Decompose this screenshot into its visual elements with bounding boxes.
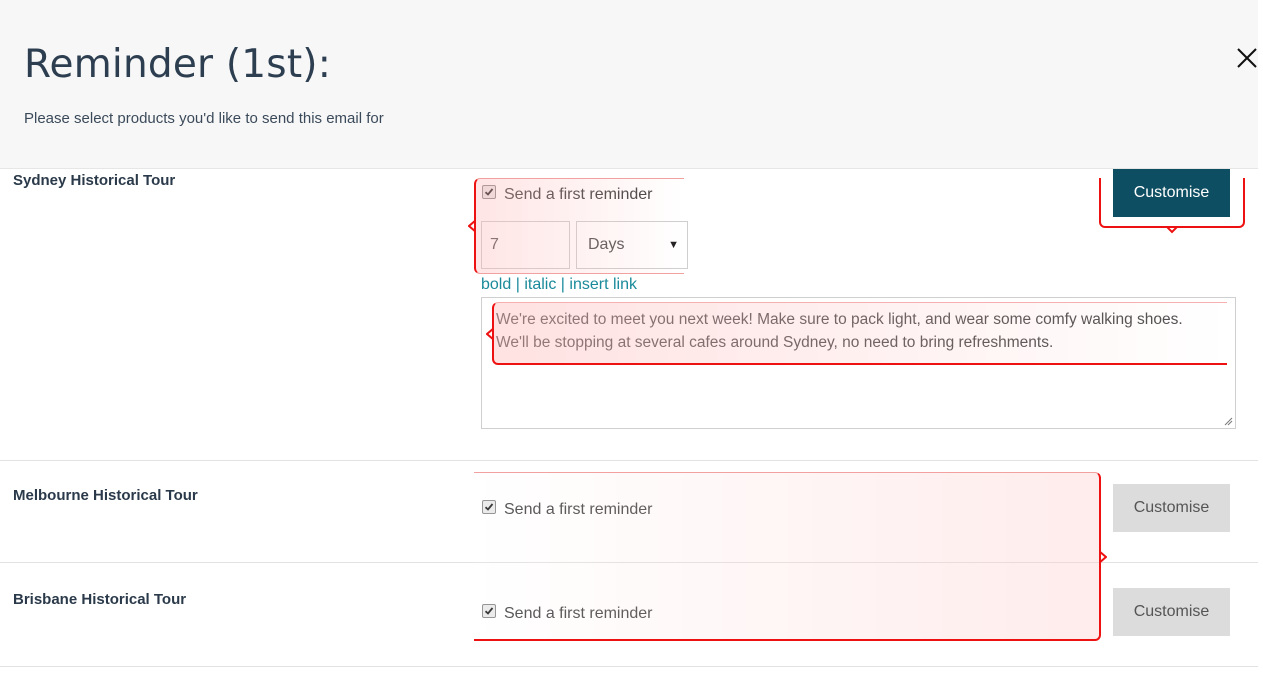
resize-handle-icon[interactable] xyxy=(1223,416,1233,426)
checkmark-icon xyxy=(484,607,494,615)
reminder-checkbox-melbourne[interactable]: Send a first reminder xyxy=(482,500,653,519)
separator: | xyxy=(560,276,565,293)
delay-unit-select[interactable]: Days ▼ xyxy=(576,221,688,269)
checkbox-label: Send a first reminder xyxy=(504,186,653,203)
delay-number-input[interactable]: 7 xyxy=(481,221,570,269)
checkbox-label: Send a first reminder xyxy=(504,605,653,622)
checkbox[interactable] xyxy=(482,500,496,514)
checkbox-label: Send a first reminder xyxy=(504,501,653,518)
checkbox[interactable] xyxy=(482,185,496,199)
insert-link-link[interactable]: insert link xyxy=(569,276,637,293)
close-icon xyxy=(1237,48,1257,68)
modal-header: Reminder (1st): Please select products y… xyxy=(0,0,1258,169)
page-subtitle: Please select products you'd like to sen… xyxy=(24,110,384,127)
checkbox[interactable] xyxy=(482,604,496,618)
message-line: We're excited to meet you next week! Mak… xyxy=(496,311,1183,328)
reminder-checkbox-sydney[interactable]: Send a first reminder xyxy=(482,185,653,204)
message-line: We'll be stopping at several cafes aroun… xyxy=(496,334,1054,351)
checkmark-icon xyxy=(484,503,494,511)
product-name-sydney: Sydney Historical Tour xyxy=(13,172,176,189)
product-name-melbourne: Melbourne Historical Tour xyxy=(13,487,198,504)
product-name-brisbane: Brisbane Historical Tour xyxy=(13,591,187,608)
customise-button-melbourne[interactable]: Customise xyxy=(1113,484,1230,532)
checkmark-icon xyxy=(484,188,494,196)
format-toolbar: bold | italic | insert link xyxy=(481,276,637,294)
bold-link[interactable]: bold xyxy=(481,276,511,293)
customise-button-brisbane[interactable]: Customise xyxy=(1113,588,1230,636)
close-button[interactable] xyxy=(1234,45,1260,71)
page-title: Reminder (1st): xyxy=(24,42,332,87)
caret-down-icon: ▼ xyxy=(668,239,679,251)
reminder-checkbox-brisbane[interactable]: Send a first reminder xyxy=(482,604,653,623)
select-value: Days xyxy=(588,236,625,253)
separator: | xyxy=(515,276,520,293)
italic-link[interactable]: italic xyxy=(524,276,556,293)
customise-button-sydney[interactable]: Customise xyxy=(1113,169,1230,217)
message-textarea[interactable]: We're excited to meet you next week! Mak… xyxy=(481,297,1236,429)
